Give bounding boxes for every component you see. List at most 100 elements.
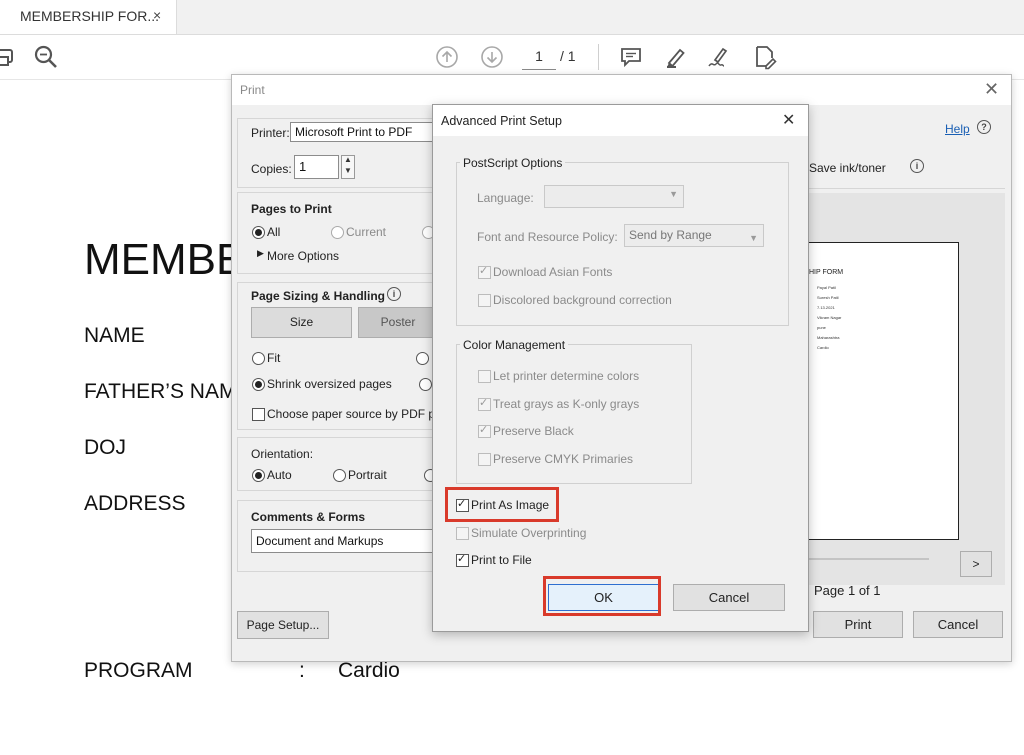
advanced-print-setup-dialog: Advanced Print Setup ✕ PostScript Option… <box>432 104 809 632</box>
radio-actual-size[interactable] <box>416 352 429 365</box>
tab-close-icon[interactable]: × <box>153 7 161 23</box>
checkmark-icon: ✓ <box>479 424 489 436</box>
advanced-cancel-button[interactable]: Cancel <box>673 584 785 611</box>
help-link[interactable]: Help <box>945 122 970 136</box>
print-cancel-button[interactable]: Cancel <box>913 611 1003 638</box>
preview-heading: HIP FORM <box>809 269 844 276</box>
choose-paper-label[interactable]: Choose paper source by PDF pa <box>267 407 442 421</box>
document-program-value: Cardio <box>338 659 400 682</box>
toolbar-divider <box>598 44 599 70</box>
info-icon[interactable]: i <box>387 287 401 301</box>
save-ink-label[interactable]: Save ink/toner <box>809 161 886 175</box>
document-field-father: FATHER’S NAM <box>84 380 237 403</box>
radio-all-label[interactable]: All <box>267 225 280 239</box>
radio-auto-label[interactable]: Auto <box>267 468 292 482</box>
copies-input[interactable]: 1 <box>294 155 339 179</box>
print-close-icon[interactable]: ✕ <box>984 79 999 100</box>
comments-forms-select[interactable]: Document and Markups <box>251 529 441 553</box>
stepper-up-icon[interactable]: ▲ <box>344 155 352 164</box>
highlight-ok-button <box>543 576 661 616</box>
let-printer-label[interactable]: Let printer determine colors <box>493 369 639 383</box>
preserve-cmyk-checkbox[interactable] <box>478 453 491 466</box>
next-page-button[interactable]: > <box>960 551 992 577</box>
checkmark-icon: ✓ <box>479 397 489 409</box>
document-program-label: PROGRAM <box>84 659 193 682</box>
page-total: / 1 <box>560 48 576 64</box>
print-icon[interactable] <box>0 35 14 79</box>
more-options-toggle[interactable]: More Options <box>267 249 339 263</box>
printer-select[interactable]: Microsoft Print to PDF <box>290 122 440 142</box>
checkmark-icon: ✓ <box>457 553 467 565</box>
treat-grays-checkbox[interactable]: ✓ <box>478 397 491 411</box>
page-setup-button[interactable]: Page Setup... <box>237 611 329 639</box>
info-icon[interactable]: i <box>910 159 924 173</box>
print-to-file-label[interactable]: Print to File <box>471 553 532 567</box>
copies-stepper[interactable]: ▲ ▼ <box>341 155 355 179</box>
zoom-icon[interactable] <box>32 35 60 79</box>
highlight-icon[interactable] <box>662 35 690 79</box>
color-management-heading: Color Management <box>460 338 569 352</box>
preview-line: 7.13.2021 <box>817 305 835 310</box>
language-select[interactable]: ▼ <box>544 185 684 208</box>
radio-fit-label[interactable]: Fit <box>267 351 280 365</box>
download-asian-fonts-label[interactable]: Download Asian Fonts <box>493 265 612 279</box>
radio-shrink-label[interactable]: Shrink oversized pages <box>267 377 392 391</box>
edit-document-icon[interactable] <box>751 35 779 79</box>
chevron-down-icon: ▼ <box>749 233 758 243</box>
radio-custom-scale[interactable] <box>419 378 432 391</box>
radio-portrait-label[interactable]: Portrait <box>348 468 387 482</box>
close-icon[interactable]: ✕ <box>782 110 795 130</box>
sign-icon[interactable] <box>705 35 733 79</box>
page-sizing-heading: Page Sizing & Handling <box>251 289 386 303</box>
discolored-background-checkbox[interactable] <box>478 294 491 307</box>
discolored-background-label[interactable]: Discolored background correction <box>493 293 672 307</box>
chevron-down-icon: ▼ <box>669 189 678 199</box>
print-button[interactable]: Print <box>813 611 903 638</box>
preview-line: Cardio <box>817 345 829 350</box>
copies-label: Copies: <box>251 162 292 176</box>
simulate-overprinting-label[interactable]: Simulate Overprinting <box>471 526 586 540</box>
preview-line: Vikram Nagar <box>817 315 842 320</box>
page-up-icon[interactable] <box>434 35 460 79</box>
comment-icon[interactable] <box>618 35 644 79</box>
advanced-dialog-titlebar: Advanced Print Setup ✕ <box>433 105 808 136</box>
comments-forms-heading: Comments & Forms <box>251 510 366 524</box>
document-tab[interactable]: MEMBERSHIP FOR... × <box>0 0 177 34</box>
choose-paper-checkbox[interactable] <box>252 408 265 421</box>
radio-shrink[interactable] <box>252 378 265 391</box>
font-policy-label: Font and Resource Policy: <box>477 230 618 244</box>
help-icon[interactable]: ? <box>977 120 991 134</box>
radio-portrait[interactable] <box>333 469 346 482</box>
treat-grays-label[interactable]: Treat grays as K-only grays <box>493 397 639 411</box>
radio-auto[interactable] <box>252 469 265 482</box>
size-button[interactable]: Size <box>251 307 352 338</box>
preserve-black-label[interactable]: Preserve Black <box>493 424 574 438</box>
download-asian-fonts-checkbox[interactable]: ✓ <box>478 265 491 279</box>
orientation-label: Orientation: <box>251 447 314 461</box>
expand-icon[interactable]: ▶ <box>257 248 264 259</box>
page-number-input[interactable]: 1 <box>522 43 556 70</box>
preview-scrollbar[interactable] <box>807 558 929 560</box>
radio-current-label[interactable]: Current <box>346 225 386 239</box>
radio-current[interactable] <box>331 226 344 239</box>
let-printer-checkbox[interactable] <box>478 370 491 383</box>
poster-button[interactable]: Poster <box>358 307 438 338</box>
print-to-file-checkbox[interactable]: ✓ <box>456 553 469 567</box>
radio-all[interactable] <box>252 226 265 239</box>
advanced-dialog-title: Advanced Print Setup <box>441 114 562 128</box>
preview-line: pune <box>817 325 826 330</box>
simulate-overprinting-checkbox[interactable] <box>456 527 469 540</box>
stepper-down-icon[interactable]: ▼ <box>344 166 352 175</box>
page-down-icon[interactable] <box>479 35 505 79</box>
document-field-doj: DOJ <box>84 436 126 459</box>
preview-line: Maharashtra <box>817 335 840 340</box>
print-dialog-titlebar: Print ✕ <box>232 75 1011 105</box>
preserve-cmyk-label[interactable]: Preserve CMYK Primaries <box>493 452 633 466</box>
pages-to-print-heading: Pages to Print <box>251 202 332 216</box>
preserve-black-checkbox[interactable]: ✓ <box>478 424 491 438</box>
postscript-options-heading: PostScript Options <box>460 156 566 170</box>
font-policy-select[interactable]: Send by Range ▼ <box>624 224 764 247</box>
document-tab-title[interactable]: MEMBERSHIP FOR... <box>20 8 159 24</box>
radio-fit[interactable] <box>252 352 265 365</box>
preview-page: HIP FORM Payal Patil Suresh Patil 7.13.2… <box>807 242 959 540</box>
